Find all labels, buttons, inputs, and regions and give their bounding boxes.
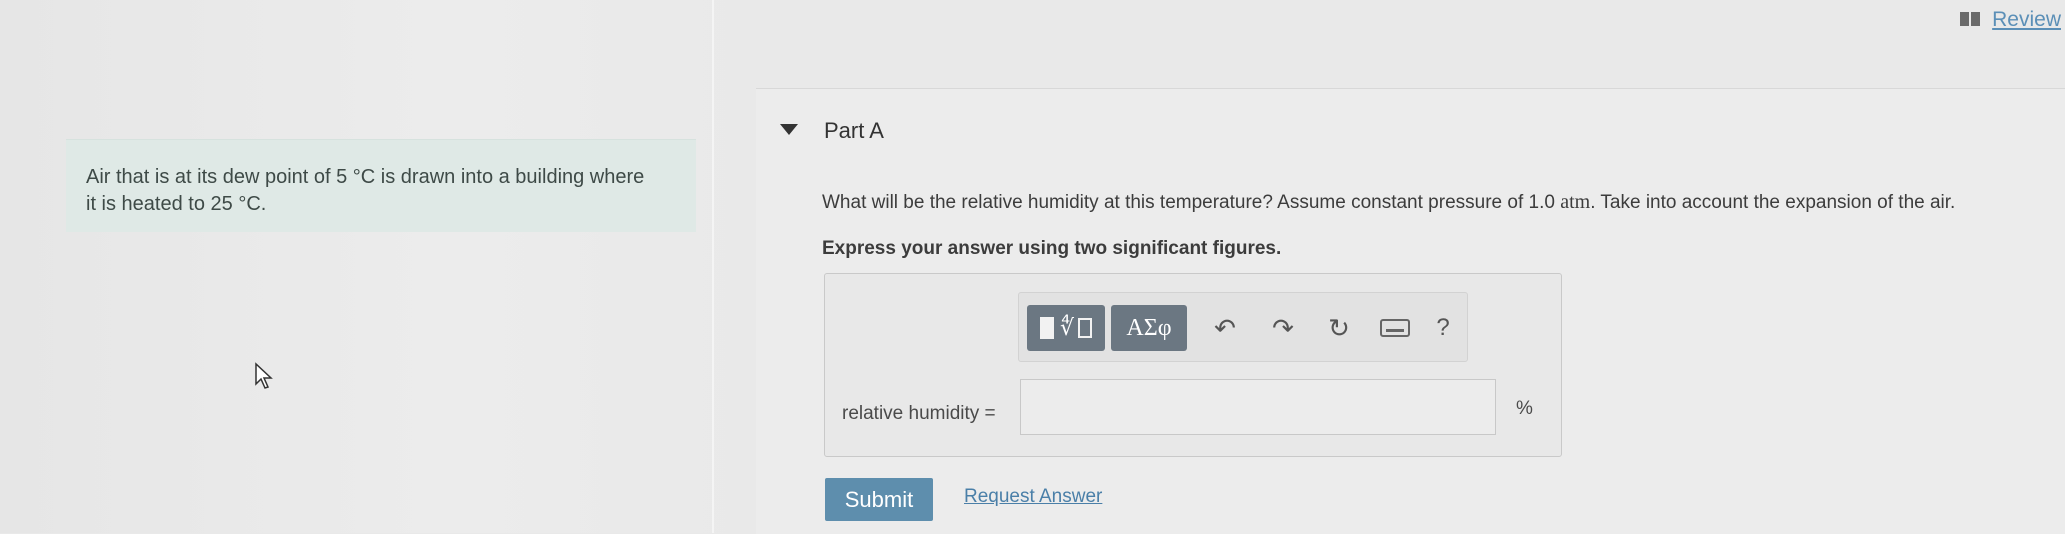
problem-text-line1: Air that is at its dew point of 5 °C is … — [86, 166, 645, 188]
greek-symbols-button[interactable]: ΑΣφ — [1111, 305, 1187, 351]
part-title[interactable]: Part A — [824, 118, 884, 144]
answer-unit: % — [1516, 398, 1533, 419]
request-answer-link[interactable]: Request Answer — [964, 486, 1102, 508]
answer-input[interactable] — [1020, 379, 1496, 435]
submit-button[interactable]: Submit — [825, 478, 933, 521]
mouse-cursor-icon — [255, 362, 273, 389]
undo-icon[interactable]: ↶ — [1205, 305, 1245, 351]
keyboard-icon — [1380, 319, 1410, 337]
radical-icon: ∜ — [1059, 315, 1075, 340]
collapse-caret-icon[interactable] — [780, 124, 798, 135]
templates-button[interactable]: ∜ — [1027, 305, 1105, 351]
question-unit: atm — [1560, 191, 1591, 213]
question-prefix: What will be the relative humidity at th… — [822, 192, 1561, 213]
keyboard-shortcuts-button[interactable] — [1375, 305, 1415, 351]
book-icon — [1960, 12, 1982, 28]
question-suffix: . Take into account the expansion of the… — [1590, 192, 1956, 213]
problem-statement: Air that is at its dew point of 5 °C is … — [66, 139, 696, 232]
review-label: Review — [1992, 8, 2061, 31]
templates-block-icon — [1039, 317, 1054, 339]
redo-icon[interactable]: ↷ — [1263, 305, 1303, 351]
question-text: What will be the relative humidity at th… — [822, 191, 1955, 214]
problem-column — [0, 0, 752, 533]
problem-text-line2: it is heated to 25 °C. — [86, 193, 267, 215]
answer-instruction: Express your answer using two significan… — [822, 238, 1282, 259]
reset-icon[interactable]: ↻ — [1319, 305, 1359, 351]
problem-text: Air that is at its dew point of 5 °C is … — [86, 164, 686, 218]
review-link[interactable]: Review — [1960, 8, 2061, 32]
math-toolbar: ∜ ΑΣφ ↶ ↷ ↻ ? — [1018, 292, 1468, 362]
help-button[interactable]: ? — [1423, 305, 1463, 351]
column-divider — [712, 0, 714, 533]
answer-label: relative humidity = — [842, 403, 996, 424]
templates-box-icon — [1078, 318, 1093, 338]
